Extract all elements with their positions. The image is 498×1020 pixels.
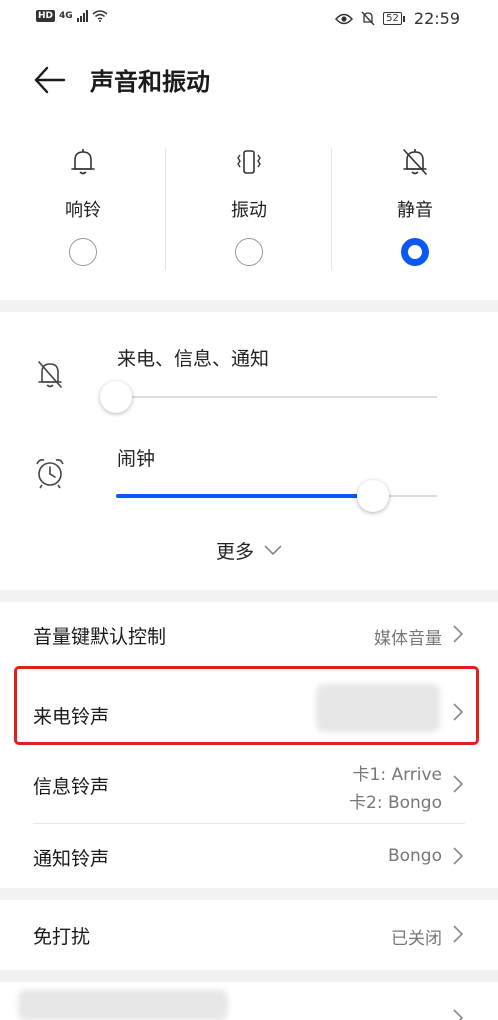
slider-label-alarm: 闹钟 [117, 448, 156, 470]
row-label: 通知铃声 [33, 848, 110, 870]
app-bar: 声音和振动 [0, 38, 498, 128]
bell-off-icon [38, 361, 62, 388]
more-label: 更多 [215, 541, 254, 563]
battery-icon: 52 [383, 12, 405, 25]
row-label: 免打扰 [33, 926, 91, 948]
mode-vibrate[interactable]: 振动 [166, 128, 332, 300]
ringtone-row[interactable]: 来电铃声 [0, 666, 498, 744]
mode-radio[interactable] [235, 238, 263, 266]
slider-label-ringer: 来电、信息、通知 [117, 348, 270, 370]
mode-radio[interactable] [69, 238, 97, 266]
row-label: 音量键默认控制 [33, 626, 167, 648]
mode-label: 振动 [231, 200, 267, 221]
volume-key-row[interactable]: 音量键默认控制 媒体音量 [0, 602, 498, 666]
redacted-label [18, 990, 228, 1020]
wifi-icon [92, 10, 108, 22]
row-label: 来电铃声 [33, 706, 110, 728]
slider-track [116, 396, 437, 398]
chevron-right-icon [453, 847, 464, 865]
row-value: 已关闭 [391, 929, 442, 949]
dnd-card: 免打扰 已关闭 [0, 900, 498, 970]
bell-icon [71, 149, 95, 175]
volume-card: 来电、信息、通知 闹钟 更多 [0, 312, 498, 590]
row-label: 信息铃声 [33, 776, 110, 798]
partial-row[interactable] [0, 982, 498, 1020]
hd-badge: HD [36, 10, 56, 22]
status-bar: HD 4G 52 22:59 [0, 0, 498, 38]
more-button[interactable]: 更多 [0, 537, 498, 564]
bell-off-icon [403, 149, 427, 175]
eye-icon [335, 13, 354, 24]
slider-thumb[interactable] [100, 381, 132, 413]
chevron-right-icon [453, 925, 464, 943]
tone-settings-card: 音量键默认控制 媒体音量 来电铃声 信息铃声 卡1: Arrive 卡2: Bo… [0, 602, 498, 888]
alarm-clock-icon [36, 459, 64, 489]
sound-mode-selector: 响铃 振动 静音 [0, 128, 498, 300]
mode-label: 静音 [397, 200, 433, 221]
back-arrow-icon[interactable] [30, 60, 70, 100]
notification-tone-row[interactable]: 通知铃声 Bongo [0, 824, 498, 888]
do-not-disturb-row[interactable]: 免打扰 已关闭 [0, 900, 498, 970]
chevron-right-icon [453, 775, 464, 793]
vibrate-icon [237, 150, 261, 174]
chevron-right-icon [453, 1009, 464, 1020]
chevron-right-icon [453, 625, 464, 643]
mode-radio-selected[interactable] [401, 238, 429, 266]
mode-ring[interactable]: 响铃 [0, 128, 166, 300]
page-title: 声音和振动 [90, 68, 210, 96]
network-type: 4G [59, 11, 73, 21]
clock-time: 22:59 [413, 9, 460, 28]
mode-silent[interactable]: 静音 [332, 128, 498, 300]
row-value-line1: 卡1: Arrive [352, 765, 443, 785]
row-value: Bongo [387, 846, 442, 866]
signal-icon [76, 10, 88, 22]
chevron-right-icon [453, 703, 464, 721]
row-value: 媒体音量 [374, 629, 442, 649]
ringer-volume-slider[interactable] [100, 379, 437, 415]
chevron-down-icon [264, 545, 282, 555]
message-tone-row[interactable]: 信息铃声 卡1: Arrive 卡2: Bongo [0, 744, 498, 824]
redacted-value [316, 684, 440, 732]
slider-fill [116, 494, 373, 498]
alarm-volume-slider[interactable] [116, 478, 437, 514]
row-value-line2: 卡2: Bongo [349, 793, 442, 813]
partial-settings-card [0, 982, 498, 1020]
mute-bell-icon [361, 11, 375, 26]
mode-label: 响铃 [65, 200, 101, 221]
slider-thumb[interactable] [356, 480, 389, 512]
